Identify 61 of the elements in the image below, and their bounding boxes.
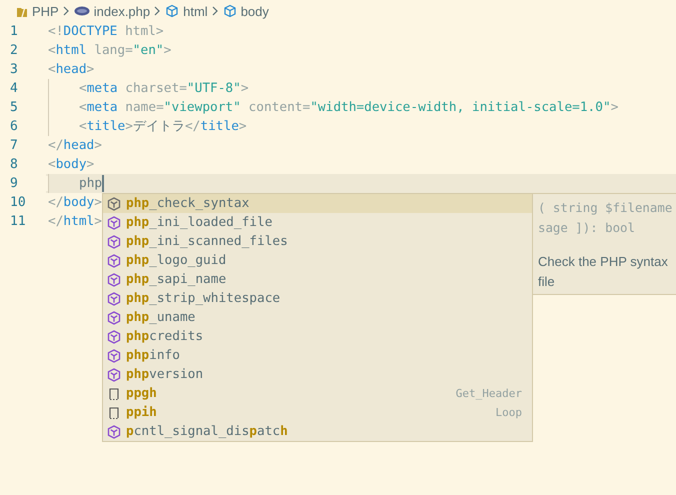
suggestion-item[interactable]: phpcredits [103, 327, 532, 346]
cube-icon [107, 234, 121, 248]
cube-icon [107, 216, 121, 230]
line-number: 7 [9, 138, 19, 153]
line-number: 6 [9, 119, 19, 134]
cube-icon [107, 368, 121, 382]
breadcrumb-item[interactable]: html [165, 4, 208, 18]
suggestion-item[interactable]: php_strip_whitespace [103, 289, 532, 308]
code-line: <title>デイトラ</title> [48, 117, 247, 136]
cube-icon [107, 424, 121, 438]
cube-icon [107, 292, 121, 306]
code-line: </body> [48, 194, 102, 212]
signature-text: ( string $filename [538, 199, 674, 217]
code-line: <!DOCTYPE html> [48, 23, 164, 41]
suggestion-item[interactable]: phpversion [103, 365, 532, 384]
chevron-right-icon [154, 6, 162, 16]
breadcrumb-item[interactable]: index.php [74, 4, 150, 18]
code-line: </head> [48, 137, 102, 155]
suggestion-item[interactable]: php_ini_scanned_files [103, 232, 532, 251]
cube-icon [107, 272, 121, 286]
cube-icon [107, 310, 121, 324]
line-number: 10 [9, 195, 27, 210]
description-text: Check the PHP syntax [538, 253, 669, 271]
chevron-right-icon [212, 6, 219, 16]
code-line: </html> [48, 213, 102, 231]
cube-icon [165, 4, 180, 18]
suggestion-item[interactable]: php_uname [103, 308, 532, 327]
line-number: 1 [9, 24, 19, 39]
cube-icon [222, 4, 237, 18]
suggestion-item[interactable]: phpinfo [103, 346, 532, 365]
line-number: 2 [9, 43, 19, 58]
chevron-right-icon [62, 6, 70, 16]
line-number: 5 [9, 100, 19, 115]
snippet-icon [107, 406, 121, 420]
code-line: <html lang="en"> [48, 42, 172, 60]
breadcrumb-item[interactable]: PHP [16, 4, 59, 18]
cube-icon [107, 348, 121, 362]
php-file-icon [74, 6, 90, 16]
signature-text: sage ]): bool [538, 219, 636, 237]
suggestion-item[interactable]: ppih Loop [103, 403, 532, 422]
cube-icon [107, 196, 121, 210]
code-line: <meta charset="UTF-8"> [48, 79, 249, 98]
snippet-icon [107, 386, 121, 400]
suggestion-item[interactable]: php_ini_loaded_file [103, 213, 532, 232]
code-line: php [48, 174, 104, 193]
breadcrumb-item[interactable]: body [222, 4, 269, 18]
cube-icon [107, 254, 121, 268]
suggestion-item[interactable]: php_logo_guid [103, 251, 532, 270]
suggestion-item[interactable]: pcntl_signal_dispatch [103, 422, 532, 441]
suggestion-item[interactable]: php_check_syntax [103, 194, 532, 213]
suggestion-item[interactable]: php_sapi_name [103, 270, 532, 289]
suggestion-item[interactable]: ppgh Get_Header [103, 384, 532, 403]
code-line: <meta name="viewport" content="width=device-width, initial-scale=1.0"> [48, 98, 618, 117]
line-number: 11 [9, 214, 27, 229]
line-number: 4 [9, 81, 19, 96]
line-number: 8 [9, 157, 19, 172]
code-line: <body> [48, 156, 94, 174]
cube-icon [107, 330, 121, 344]
description-text: file [538, 273, 556, 291]
line-number: 3 [9, 62, 19, 77]
code-line: <head> [48, 61, 94, 79]
